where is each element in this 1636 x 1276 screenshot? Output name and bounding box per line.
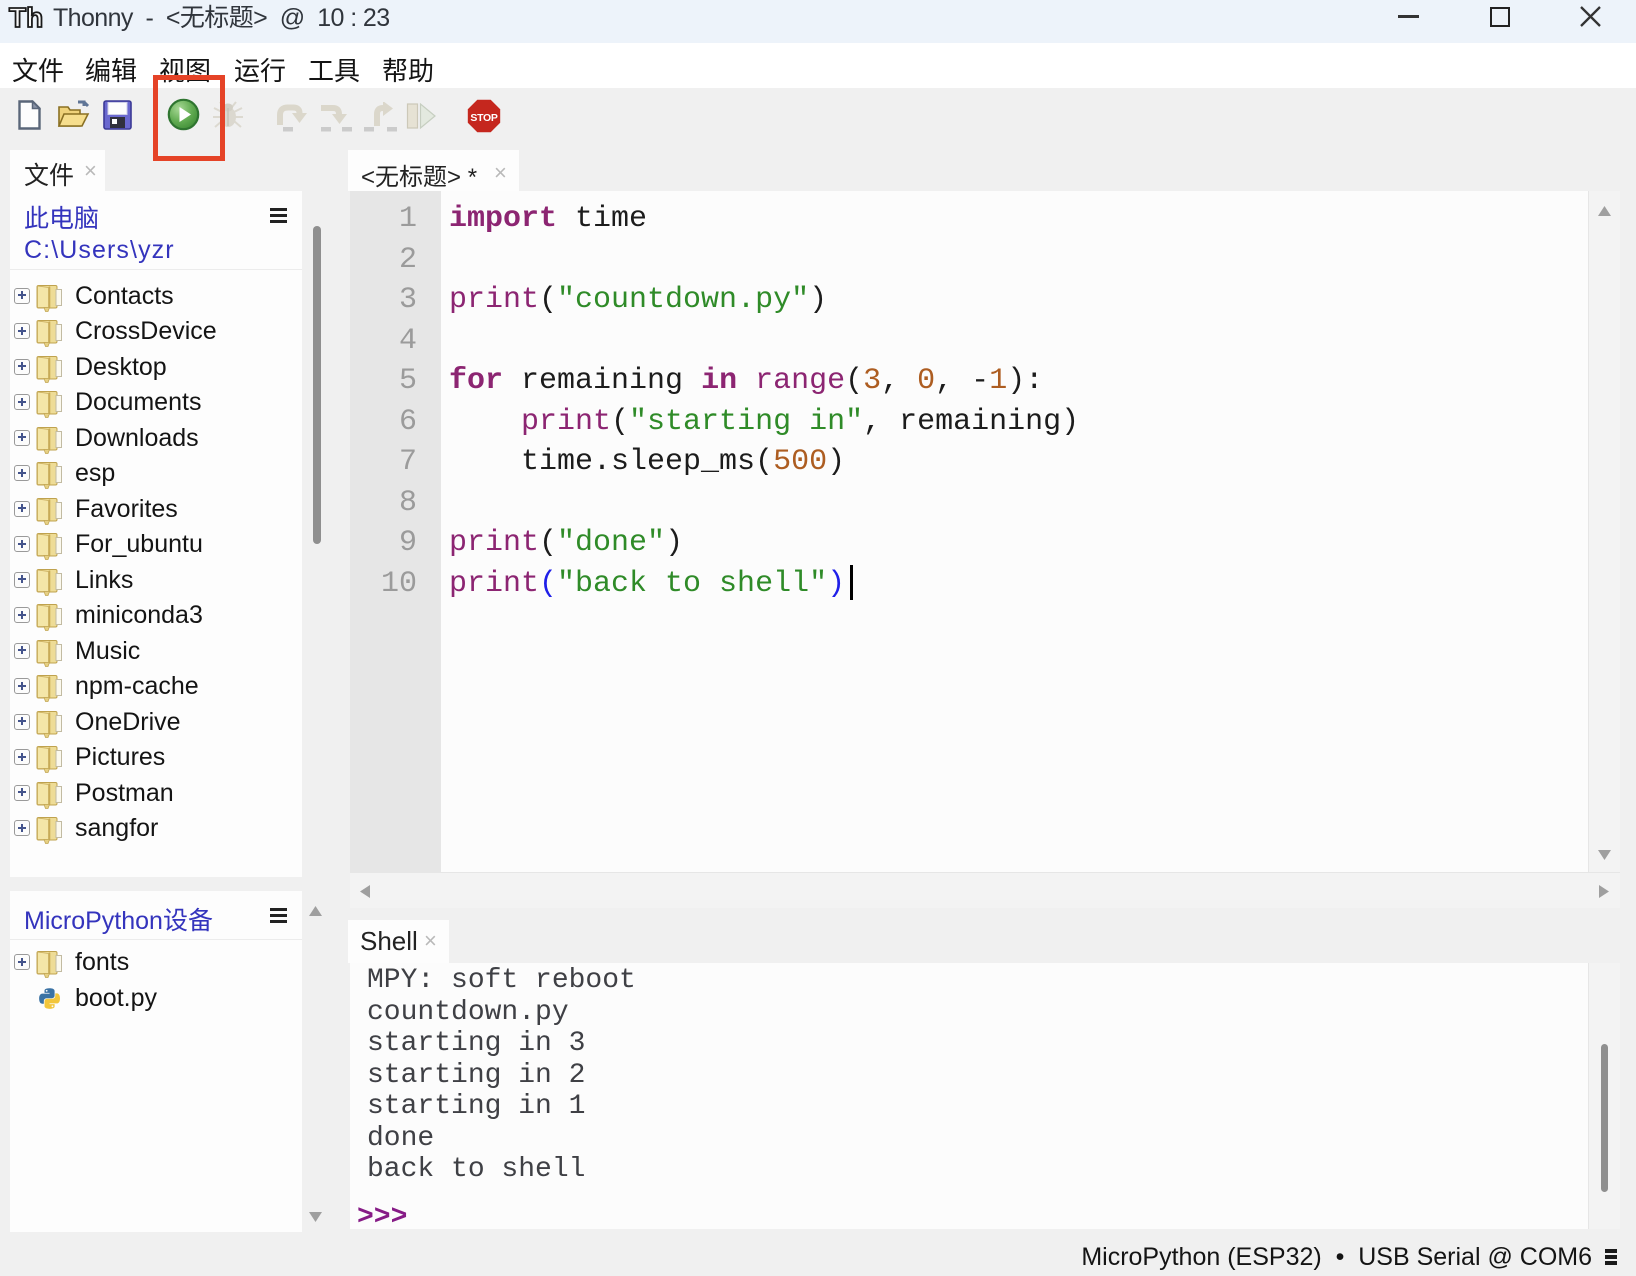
svg-text:STOP: STOP (470, 112, 497, 124)
svg-text:Th: Th (9, 2, 43, 33)
